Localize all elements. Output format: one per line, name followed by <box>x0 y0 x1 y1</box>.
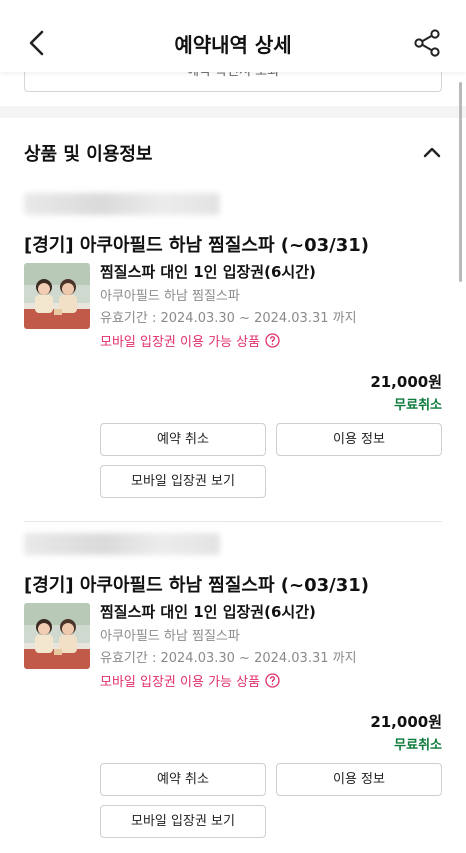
section-separator <box>0 106 466 118</box>
cancel-reservation-button[interactable]: 예약 취소 <box>100 763 266 796</box>
mobile-ticket-label: 모바일 입장권 이용 가능 상품 <box>100 675 261 690</box>
cancel-reservation-button[interactable]: 예약 취소 <box>100 423 266 456</box>
mobile-ticket-note: 모바일 입장권 이용 가능 상품 <box>100 331 280 350</box>
blurred-text <box>24 533 220 555</box>
price: 21,000원 <box>370 713 442 731</box>
share-icon[interactable] <box>412 28 442 58</box>
product-thumbnail <box>24 603 90 669</box>
mobile-ticket-button[interactable]: 모바일 입장권 보기 <box>100 465 266 498</box>
valid-period: 유효기간 : 2024.03.30 ~ 2024.03.31 까지 <box>100 311 357 326</box>
mobile-ticket-button[interactable]: 모바일 입장권 보기 <box>100 805 266 838</box>
product-card: [경기] 아쿠아필드 하남 찜질스파 (~03/31) 찜질스파 대인 1인 입… <box>0 193 466 513</box>
divider <box>24 521 442 522</box>
usage-info-button[interactable]: 이용 정보 <box>276 763 442 796</box>
cancel-status: 무료취소 <box>394 398 442 413</box>
product-card: [경기] 아쿠아필드 하남 찜질스파 (~03/31) 찜질스파 대인 1인 입… <box>0 533 466 853</box>
page-title: 예약내역 상세 <box>174 33 292 57</box>
section-header[interactable]: 상품 및 이용정보 <box>24 140 442 168</box>
valid-period: 유효기간 : 2024.03.30 ~ 2024.03.31 까지 <box>100 651 357 666</box>
product-option: 찜질스파 대인 1인 입장권(6시간) <box>100 263 316 281</box>
product-thumbnail <box>24 263 90 329</box>
product-option: 찜질스파 대인 1인 입장권(6시간) <box>100 603 316 621</box>
top-app-bar: 예약내역 상세 <box>0 0 466 72</box>
mobile-ticket-note: 모바일 입장권 이용 가능 상품 <box>100 671 280 690</box>
product-name: [경기] 아쿠아필드 하남 찜질스파 (~03/31) <box>24 575 370 596</box>
chevron-up-icon[interactable] <box>422 144 442 160</box>
question-icon[interactable] <box>265 333 280 348</box>
product-place: 아쿠아필드 하남 찜질스파 <box>100 629 240 644</box>
usage-info-button[interactable]: 이용 정보 <box>276 423 442 456</box>
price: 21,000원 <box>370 373 442 391</box>
question-icon[interactable] <box>265 673 280 688</box>
mobile-ticket-label: 모바일 입장권 이용 가능 상품 <box>100 335 261 350</box>
blurred-text <box>24 193 220 215</box>
section-title: 상품 및 이용정보 <box>24 144 153 165</box>
product-place: 아쿠아필드 하남 찜질스파 <box>100 289 240 304</box>
product-name: [경기] 아쿠아필드 하남 찜질스파 (~03/31) <box>24 235 370 256</box>
scrollbar[interactable] <box>459 82 462 282</box>
cancel-status: 무료취소 <box>394 738 442 753</box>
